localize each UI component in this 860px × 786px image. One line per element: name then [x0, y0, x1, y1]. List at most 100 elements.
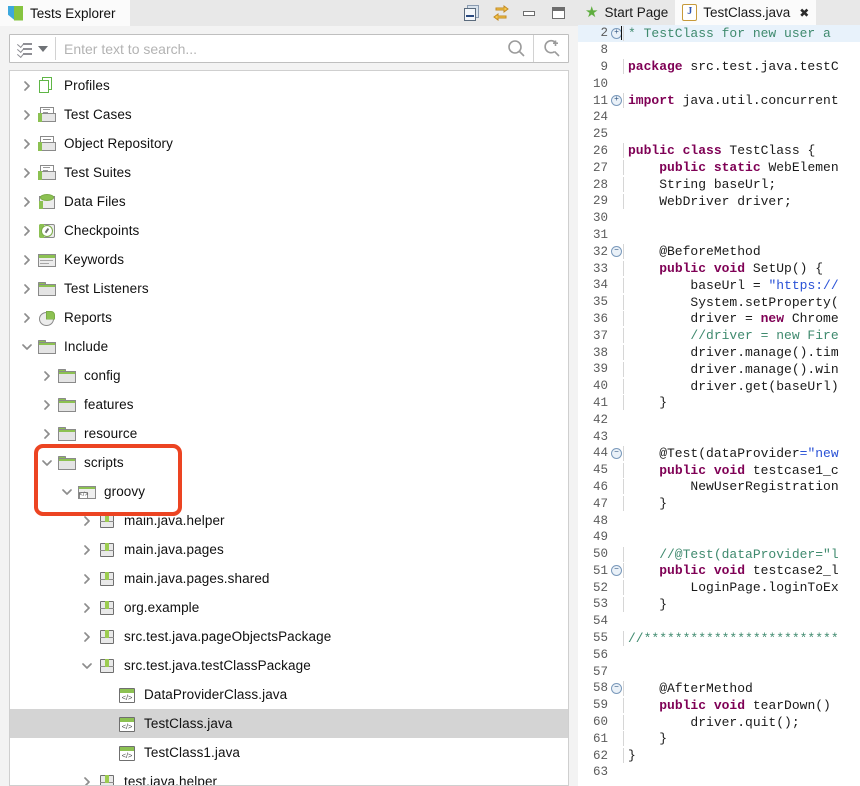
tree-twisty-collapsed[interactable] [38, 419, 56, 448]
tree-twisty-collapsed[interactable] [18, 274, 36, 303]
tests-explorer-tree[interactable]: Profiles Test Cases Object Repository Test … [9, 70, 569, 786]
fold-collapse-icon[interactable]: − [610, 447, 623, 459]
code-line: 36 driver = new Chrome [578, 311, 860, 328]
tree-row[interactable]: main.java.pages [10, 535, 568, 564]
folder-icon [56, 423, 78, 445]
search-icon[interactable] [499, 35, 533, 62]
line-number: 24 [592, 110, 608, 125]
tree-twisty-collapsed[interactable] [78, 767, 96, 785]
line-number: 52 [592, 580, 608, 595]
code-line: 56 [578, 646, 860, 663]
tree-twisty-expanded[interactable] [18, 332, 36, 361]
tree-row[interactable]: Test Cases [10, 100, 568, 129]
tree-row[interactable]: main.java.pages.shared [10, 564, 568, 593]
tests-explorer-panel: Tests Explorer Enter text to search... P… [0, 0, 578, 786]
code-line: 11 + import java.util.concurrent [578, 92, 860, 109]
tree-twisty-collapsed[interactable] [18, 129, 36, 158]
tree-twisty-collapsed[interactable] [78, 622, 96, 651]
tree-row[interactable]: test.java.helper [10, 767, 568, 785]
code-text: driver.get(baseUrl) [623, 378, 860, 394]
tree-row[interactable]: main.java.helper [10, 506, 568, 535]
tree-row[interactable]: Checkpoints [10, 216, 568, 245]
tree-row[interactable]: Reports [10, 303, 568, 332]
search-add-icon[interactable] [533, 35, 568, 62]
tree-row[interactable]: Test Listeners [10, 274, 568, 303]
tree-row[interactable]: features [10, 390, 568, 419]
package-icon [96, 626, 118, 648]
package-icon [96, 597, 118, 619]
line-number: 44 [592, 446, 608, 461]
tree-twisty-collapsed[interactable] [78, 564, 96, 593]
tab-tests-explorer[interactable]: Tests Explorer [0, 0, 130, 26]
tree-row[interactable]: Keywords [10, 245, 568, 274]
tree-twisty-collapsed[interactable] [18, 303, 36, 332]
tree-twisty-collapsed[interactable] [18, 187, 36, 216]
tree-twisty-expanded[interactable] [58, 477, 76, 506]
tree-row[interactable]: Data Files [10, 187, 568, 216]
tree-twisty-collapsed[interactable] [18, 100, 36, 129]
tree-item-label: org.example [124, 600, 200, 615]
minimize-icon[interactable] [521, 4, 539, 22]
collapse-all-icon[interactable] [463, 4, 481, 22]
line-number: 50 [592, 547, 608, 562]
close-icon[interactable]: ✖ [799, 6, 809, 20]
tree-row[interactable]: </> groovy [10, 477, 568, 506]
tree-row[interactable]: </> TestClass1.java [10, 738, 568, 767]
tree-twisty-collapsed[interactable] [78, 535, 96, 564]
tree-row[interactable]: Profiles [10, 71, 568, 100]
code-line: 50 //@Test(dataProvider="l [578, 546, 860, 563]
code-text: } [623, 596, 860, 612]
maximize-icon[interactable] [550, 4, 568, 22]
link-with-editor-icon[interactable] [492, 4, 510, 22]
tree-row[interactable]: Object Repository [10, 129, 568, 158]
tree-item-label: Reports [64, 310, 112, 325]
tree-twisty-expanded[interactable] [38, 448, 56, 477]
code-line: 41 } [578, 395, 860, 412]
search-input[interactable] [56, 35, 499, 62]
tree-twisty-collapsed[interactable] [38, 361, 56, 390]
filter-dropdown-button[interactable] [10, 35, 55, 62]
star-icon: ★ [585, 4, 599, 21]
code-text: @AfterMethod [623, 680, 860, 696]
line-number: 35 [592, 295, 608, 310]
code-line: 55 //************************* [578, 630, 860, 647]
tree-twisty-collapsed[interactable] [38, 390, 56, 419]
tree-row[interactable]: Include [10, 332, 568, 361]
tree-twisty-collapsed[interactable] [18, 245, 36, 274]
folder-icon [36, 278, 58, 300]
code-view[interactable]: 2 + * TestClass for new user a 8 9 package sr… [578, 25, 860, 786]
code-line: 30 [578, 210, 860, 227]
tree-twisty-collapsed[interactable] [78, 506, 96, 535]
fold-expand-icon[interactable]: + [610, 95, 623, 107]
tab-testclass-java[interactable]: J TestClass.java ✖ [675, 0, 817, 25]
tree-row[interactable]: src.test.java.testClassPackage [10, 651, 568, 680]
tree-row[interactable]: </> TestClass.java [10, 709, 568, 738]
tree-row[interactable]: config [10, 361, 568, 390]
tree-item-label: Profiles [64, 78, 110, 93]
tree-twisty-collapsed[interactable] [18, 71, 36, 100]
fold-collapse-icon[interactable]: − [610, 246, 623, 258]
code-text: public static WebElemen [623, 160, 860, 176]
tab-start-page[interactable]: ★ Start Page [578, 0, 675, 25]
code-text: driver.manage().tim [623, 345, 860, 361]
tree-twisty-collapsed[interactable] [18, 158, 36, 187]
tree-row[interactable]: src.test.java.pageObjectsPackage [10, 622, 568, 651]
fold-collapse-icon[interactable]: − [610, 565, 623, 577]
tree-row[interactable]: Test Suites [10, 158, 568, 187]
line-number: 62 [592, 748, 608, 763]
code-line: 62} [578, 747, 860, 764]
tree-row[interactable]: scripts [10, 448, 568, 477]
package-icon [96, 771, 118, 785]
line-number: 58 [592, 681, 608, 696]
fold-collapse-icon[interactable]: − [610, 682, 623, 694]
tree-twisty-expanded[interactable] [78, 651, 96, 680]
tree-row[interactable]: resource [10, 419, 568, 448]
tree-twisty-collapsed[interactable] [78, 593, 96, 622]
tree-row[interactable]: </> DataProviderClass.java [10, 680, 568, 709]
editor-tab-strip: ★ Start Page J TestClass.java ✖ [578, 0, 860, 25]
tree-row[interactable]: org.example [10, 593, 568, 622]
java-file-icon: </> [116, 684, 138, 706]
code-text: package src.test.java.testC [623, 59, 860, 75]
tree-twisty-collapsed[interactable] [18, 216, 36, 245]
